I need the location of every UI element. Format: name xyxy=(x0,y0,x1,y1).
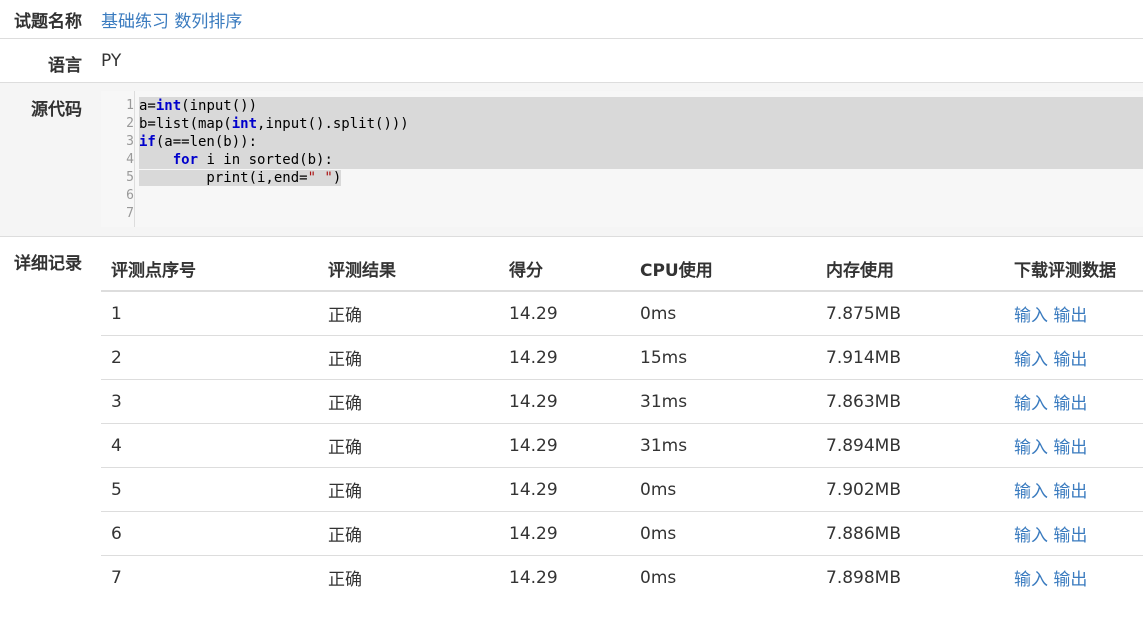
cell-score: 14.29 xyxy=(499,467,630,512)
table-row: 2 正确 14.29 15ms 7.914MB 输入 输出 xyxy=(101,335,1143,380)
language-value: PY xyxy=(101,51,122,71)
table-row: 7 正确 14.29 0ms 7.898MB 输入 输出 xyxy=(101,556,1143,600)
line-number: 1 xyxy=(126,98,134,113)
cell-id: 2 xyxy=(101,335,318,380)
cell-result: 正确 xyxy=(318,423,499,468)
language-label: 语言 xyxy=(48,56,82,76)
cell-cpu: 0ms xyxy=(630,467,816,512)
download-output-link[interactable]: 输出 xyxy=(1053,306,1087,326)
download-input-link[interactable]: 输入 xyxy=(1014,438,1048,458)
line-number: 3 xyxy=(126,134,134,149)
code-line: print(i,end=" ") xyxy=(139,170,342,186)
cell-id: 1 xyxy=(101,291,318,336)
cell-cpu: 0ms xyxy=(640,567,677,588)
download-output-link[interactable]: 输出 xyxy=(1053,394,1087,414)
language-row: 语言 PY xyxy=(0,39,1143,82)
cell-score: 14.29 xyxy=(499,379,630,424)
line-number: 2 xyxy=(126,116,134,131)
download-output-link[interactable]: 输出 xyxy=(1053,570,1087,590)
code-line: if(a==len(b)): xyxy=(139,133,1143,151)
code-line: b=list(map(int,input().split())) xyxy=(139,115,1143,133)
cell-result: 正确 xyxy=(318,291,499,336)
cell-score: 14.29 xyxy=(499,511,630,556)
cell-id: 7 xyxy=(111,567,122,588)
source-label: 源代码 xyxy=(31,100,82,120)
col-header-cpu: CPU使用 xyxy=(630,247,816,292)
details-label: 详细记录 xyxy=(14,254,82,274)
table-row: 6 正确 14.29 0ms 7.886MB 输入 输出 xyxy=(101,511,1143,556)
cell-score: 14.29 xyxy=(509,567,558,588)
download-output-link[interactable]: 输出 xyxy=(1053,350,1087,370)
table-row: 1 正确 14.29 0ms 7.875MB 输入 输出 xyxy=(101,291,1143,336)
cell-download: 输入 输出 xyxy=(1004,423,1143,468)
code-line: for i in sorted(b): xyxy=(139,151,1143,169)
download-input-link[interactable]: 输入 xyxy=(1014,350,1048,370)
cell-memory: 7.898MB xyxy=(826,567,901,588)
cell-cpu: 31ms xyxy=(630,423,816,468)
cell-memory: 7.863MB xyxy=(816,379,1004,424)
table-row: 4 正确 14.29 31ms 7.894MB 输入 输出 xyxy=(101,423,1143,468)
line-number: 7 xyxy=(126,206,134,221)
code-line: a=int(input()) xyxy=(139,97,1143,115)
problem-label: 试题名称 xyxy=(14,12,82,32)
cell-cpu: 0ms xyxy=(630,291,816,336)
table-header-row: 评测点序号 评测结果 得分 CPU使用 内存使用 下载评测数据 xyxy=(101,247,1143,292)
cell-id: 4 xyxy=(101,423,318,468)
cell-memory: 7.875MB xyxy=(816,291,1004,336)
cell-id: 5 xyxy=(101,467,318,512)
cell-score: 14.29 xyxy=(499,423,630,468)
table-row: 3 正确 14.29 31ms 7.863MB 输入 输出 xyxy=(101,379,1143,424)
download-output-link[interactable]: 输出 xyxy=(1053,482,1087,502)
cell-result: 正确 xyxy=(318,467,499,512)
line-number: 4 xyxy=(126,152,134,167)
cell-cpu: 15ms xyxy=(630,335,816,380)
cell-download: 输入 输出 xyxy=(1004,335,1143,380)
cell-download: 输入 输出 xyxy=(1004,467,1143,512)
col-header-score: 得分 xyxy=(499,247,630,292)
cell-download: 输入 输出 xyxy=(1004,511,1143,556)
code-body: a=int(input()) b=list(map(int,input().sp… xyxy=(139,97,1143,223)
problem-link[interactable]: 基础练习 数列排序 xyxy=(101,7,242,32)
cell-memory: 7.886MB xyxy=(816,511,1004,556)
table-row: 5 正确 14.29 0ms 7.902MB 输入 输出 xyxy=(101,467,1143,512)
download-input-link[interactable]: 输入 xyxy=(1014,482,1048,502)
line-number: 5 xyxy=(126,170,134,185)
cell-memory: 7.894MB xyxy=(816,423,1004,468)
problem-row: 试题名称 基础练习 数列排序 xyxy=(0,0,1143,38)
line-number: 6 xyxy=(126,188,134,203)
download-output-link[interactable]: 输出 xyxy=(1053,438,1087,458)
cell-download: 输入 输出 xyxy=(1004,556,1143,600)
col-header-id: 评测点序号 xyxy=(101,247,318,292)
line-number-gutter: 1 2 3 4 5 6 7 xyxy=(101,97,134,223)
cell-score: 14.29 xyxy=(499,291,630,336)
col-header-download: 下载评测数据 xyxy=(1004,247,1143,292)
col-header-memory: 内存使用 xyxy=(816,247,1004,292)
cell-result: 正确 xyxy=(318,379,499,424)
download-output-link[interactable]: 输出 xyxy=(1053,526,1087,546)
cell-id: 3 xyxy=(101,379,318,424)
download-input-link[interactable]: 输入 xyxy=(1014,526,1048,546)
cell-score: 14.29 xyxy=(499,335,630,380)
cell-download: 输入 输出 xyxy=(1004,291,1143,336)
results-table: 评测点序号 评测结果 得分 CPU使用 内存使用 下载评测数据 1 正确 14.29… xyxy=(101,247,1143,599)
cell-cpu: 0ms xyxy=(630,511,816,556)
cell-cpu: 31ms xyxy=(630,379,816,424)
cell-result: 正确 xyxy=(318,511,499,556)
cell-id: 6 xyxy=(101,511,318,556)
cell-result: 正确 xyxy=(328,570,362,590)
download-input-link[interactable]: 输入 xyxy=(1014,306,1048,326)
gutter-separator xyxy=(134,91,135,227)
download-input-link[interactable]: 输入 xyxy=(1014,570,1048,590)
cell-memory: 7.902MB xyxy=(816,467,1004,512)
cell-download: 输入 输出 xyxy=(1004,379,1143,424)
cell-result: 正确 xyxy=(318,335,499,380)
download-input-link[interactable]: 输入 xyxy=(1014,394,1048,414)
cell-memory: 7.914MB xyxy=(816,335,1004,380)
col-header-result: 评测结果 xyxy=(318,247,499,292)
code-editor[interactable]: 1 2 3 4 5 6 7 a=int(input()) b=list(map(… xyxy=(101,91,1143,227)
